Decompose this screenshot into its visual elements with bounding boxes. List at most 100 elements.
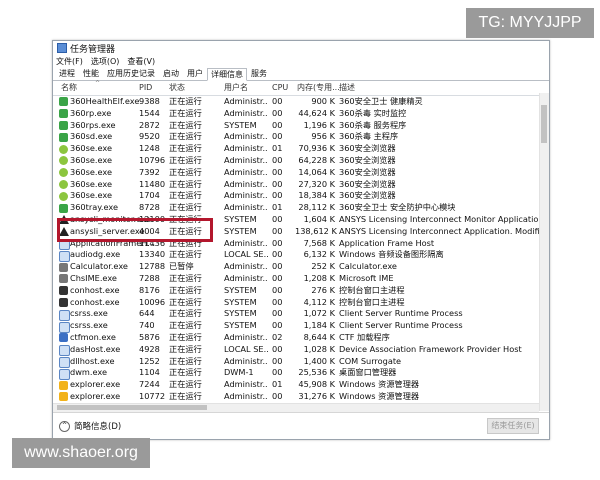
table-row[interactable]: 360sd.exe 9520 正在运行 Administr... 00 956 K 360杀… bbox=[53, 131, 549, 143]
process-pid: 8176 bbox=[139, 284, 160, 295]
process-cpu: 00 bbox=[272, 119, 283, 130]
process-pid: 740 bbox=[139, 320, 155, 331]
process-user: Administr... bbox=[224, 355, 268, 366]
process-pid: 4928 bbox=[139, 343, 160, 354]
table-row[interactable]: 360se.exe 11480 正在运行 Administr... 00 27,320 K… bbox=[53, 179, 549, 191]
table-row[interactable]: explorer.exe 10772 正在运行 Administr... 00 31,27… bbox=[53, 391, 549, 403]
menu-view[interactable]: 查看(V) bbox=[127, 56, 155, 67]
process-user: SYSTEM bbox=[224, 284, 257, 295]
task-manager-icon bbox=[57, 43, 67, 53]
table-row[interactable]: explorer.exe 7244 正在运行 Administr... 01 45,908… bbox=[53, 379, 549, 391]
table-row[interactable]: csrss.exe 644 正在运行 SYSTEM 00 1,072 K Client Se… bbox=[53, 308, 549, 321]
chevron-up-icon[interactable]: ^ bbox=[59, 420, 70, 432]
table-row[interactable]: ansysli_monitor.exe 12100 正在运行 SYSTEM 00 1,60… bbox=[53, 214, 549, 226]
process-memory: 45,908 K bbox=[298, 379, 335, 390]
table-row[interactable]: audiodg.exe 13340 正在运行 LOCAL SE... 00 6,132 K… bbox=[53, 249, 549, 262]
process-status: 正在运行 bbox=[169, 107, 202, 118]
horizontal-scroll-thumb[interactable] bbox=[57, 405, 207, 410]
browser-icon bbox=[59, 168, 68, 178]
process-user: SYSTEM bbox=[224, 320, 257, 331]
table-row[interactable]: 360se.exe 10796 正在运行 Administr... 00 64,228 K… bbox=[53, 155, 549, 167]
ansys-icon bbox=[59, 227, 69, 237]
process-cpu: 00 bbox=[272, 343, 283, 354]
process-memory: 1,184 K bbox=[303, 320, 335, 331]
table-row[interactable]: 360tray.exe 8728 正在运行 Administr... 01 28,112 … bbox=[53, 202, 549, 214]
tab-services[interactable]: 服务 bbox=[247, 67, 271, 80]
horizontal-scrollbar[interactable] bbox=[53, 403, 539, 412]
process-memory: 70,936 K bbox=[298, 143, 335, 154]
process-memory: 138,612 K bbox=[295, 225, 337, 236]
process-memory: 1,072 K bbox=[303, 308, 335, 319]
window-icon bbox=[59, 345, 70, 357]
tab-startup[interactable]: 启动 bbox=[159, 67, 183, 80]
shield-icon bbox=[59, 109, 68, 119]
watermark-bottom: www.shaoer.org bbox=[12, 438, 150, 468]
table-row[interactable]: 360se.exe 7392 正在运行 Administr... 00 14,064 K3… bbox=[53, 167, 549, 179]
end-task-button[interactable]: 结束任务(E) bbox=[487, 418, 539, 434]
column-name[interactable]: 名称 bbox=[61, 81, 77, 95]
tab-users[interactable]: 用户 bbox=[183, 67, 207, 80]
browser-icon bbox=[59, 191, 68, 201]
process-cpu: 00 bbox=[272, 296, 283, 307]
process-description: 360杀毒 实时监控 bbox=[339, 107, 407, 118]
window-title: 任务管理器 bbox=[70, 44, 116, 55]
process-memory: 6,132 K bbox=[303, 249, 335, 260]
table-row[interactable]: Calculator.exe 12788 已暂停 Administr... 00 252 … bbox=[53, 261, 549, 273]
process-status: 正在运行 bbox=[169, 190, 202, 201]
table-row[interactable]: dllhost.exe 1252 正在运行 Administr... 00 1,400 K… bbox=[53, 356, 549, 368]
process-user: SYSTEM bbox=[224, 225, 257, 236]
title-bar[interactable]: 任务管理器 bbox=[53, 41, 549, 55]
menu-file[interactable]: 文件(F) bbox=[56, 56, 83, 67]
table-row[interactable]: 360rp.exe 1544 正在运行 Administr... 00 44,624 K3… bbox=[53, 108, 549, 120]
table-row[interactable]: ChsIME.exe 7288 正在运行 Administr... 00 1,208 KM… bbox=[53, 273, 549, 285]
table-row[interactable]: dasHost.exe 4928 正在运行 LOCAL SE... 00 1,028 KD… bbox=[53, 343, 549, 357]
table-row[interactable]: conhost.exe 10096 正在运行 SYSTEM 00 4,112 K 控制台窗口… bbox=[53, 297, 549, 309]
process-pid: 1248 bbox=[139, 143, 160, 154]
task-manager-window: 任务管理器 文件(F) 选项(O) 查看(V) 进程 性能 应用历史记录 启动 … bbox=[52, 40, 550, 440]
summary-toggle[interactable]: 简略信息(D) bbox=[74, 420, 121, 432]
column-header-row: ^ 名称 PID 状态 用户名 CPU 内存(专用... 描述 bbox=[53, 80, 549, 96]
process-description: 桌面窗口管理器 bbox=[339, 367, 397, 378]
process-cpu: 00 bbox=[272, 284, 283, 295]
table-row[interactable]: 360HealthElf.exe 9388 正在运行 Administr... 00 90… bbox=[53, 96, 549, 108]
process-memory: 900 K bbox=[311, 96, 335, 106]
tab-processes[interactable]: 进程 bbox=[55, 67, 79, 80]
column-pid[interactable]: PID bbox=[139, 81, 152, 95]
process-status: 正在运行 bbox=[169, 225, 202, 236]
column-cpu[interactable]: CPU bbox=[272, 81, 288, 95]
tab-details[interactable]: 详细信息 bbox=[207, 68, 247, 81]
table-row[interactable]: 360rps.exe 2872 正在运行 SYSTEM 00 1,196 K 360杀毒 服… bbox=[53, 120, 549, 132]
process-user: SYSTEM bbox=[224, 296, 257, 307]
table-row[interactable]: csrss.exe 740 正在运行 SYSTEM 00 1,184 K Client Se… bbox=[53, 320, 549, 333]
window-icon bbox=[59, 356, 70, 368]
column-description[interactable]: 描述 bbox=[339, 81, 355, 95]
menu-options[interactable]: 选项(O) bbox=[91, 56, 120, 67]
vertical-scrollbar[interactable] bbox=[539, 93, 549, 411]
vertical-scroll-thumb[interactable] bbox=[541, 105, 547, 143]
process-user: Administr... bbox=[224, 96, 268, 106]
table-row[interactable]: ansysli_server.exe 4004 正在运行 SYSTEM 00 138,61… bbox=[53, 226, 549, 238]
table-row[interactable]: 360se.exe 1704 正在运行 Administr... 00 18,384 K3… bbox=[53, 190, 549, 202]
process-memory: 27,320 K bbox=[298, 178, 335, 189]
process-status: 正在运行 bbox=[169, 343, 202, 354]
tab-app-history[interactable]: 应用历史记录 bbox=[103, 67, 159, 80]
table-row[interactable]: conhost.exe 8176 正在运行 SYSTEM 00 276 K 控制台窗口主进程 bbox=[53, 285, 549, 297]
process-description: 360安全浏览器 bbox=[339, 190, 396, 201]
column-memory[interactable]: 内存(专用... bbox=[297, 81, 340, 95]
calculator-icon bbox=[59, 262, 68, 272]
column-status[interactable]: 状态 bbox=[169, 81, 185, 95]
table-row[interactable]: ApplicationFrameH... 11436 正在运行 Administr..… bbox=[53, 238, 549, 250]
process-user: SYSTEM bbox=[224, 119, 257, 130]
process-pid: 12100 bbox=[139, 213, 166, 224]
table-row[interactable]: 360se.exe 1248 正在运行 Administr... 01 70,936 K3… bbox=[53, 143, 549, 155]
table-row[interactable]: dwm.exe 1104 正在运行 DWM-1 00 25,536 K 桌面窗口管理器 bbox=[53, 367, 549, 380]
process-cpu: 00 bbox=[272, 166, 283, 177]
process-description: ANSYS Licensing Interconnect Application… bbox=[339, 225, 539, 236]
process-user: LOCAL SE... bbox=[224, 343, 268, 354]
process-pid: 8728 bbox=[139, 202, 160, 213]
process-cpu: 00 bbox=[272, 367, 283, 378]
process-user: Administr... bbox=[224, 261, 268, 272]
column-user[interactable]: 用户名 bbox=[224, 81, 248, 95]
table-row[interactable]: ctfmon.exe 5876 正在运行 Administr... 02 8,644 KC… bbox=[53, 332, 549, 344]
process-user: Administr... bbox=[224, 331, 268, 342]
